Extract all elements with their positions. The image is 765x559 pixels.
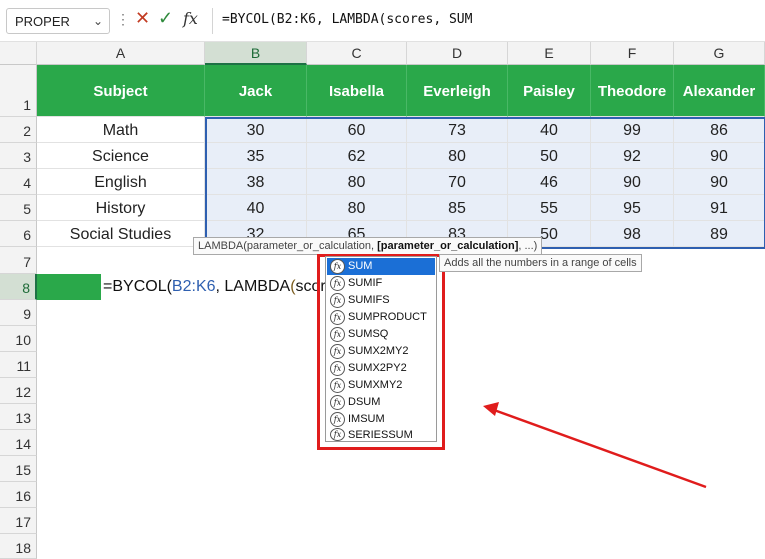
arrow-head <box>483 402 499 416</box>
annotation-arrow <box>483 402 707 489</box>
arrow-line <box>493 408 707 489</box>
